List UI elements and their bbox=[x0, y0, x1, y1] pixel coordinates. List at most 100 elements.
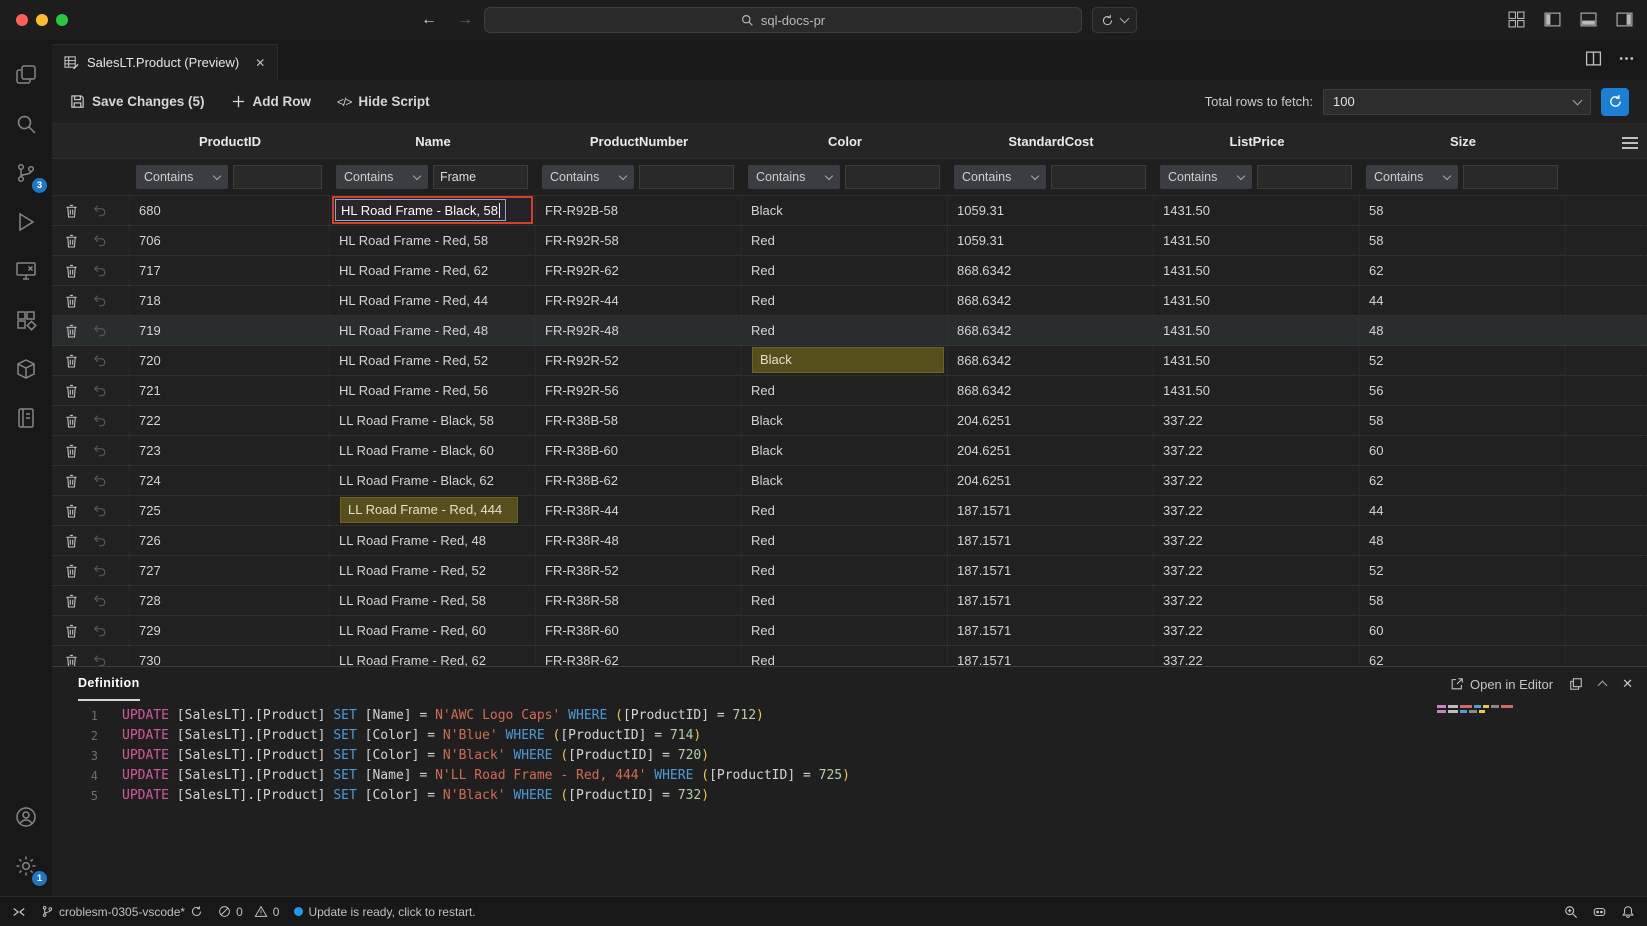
cell-product-id[interactable]: 726 bbox=[130, 526, 330, 555]
revert-row-icon[interactable] bbox=[93, 414, 107, 427]
delete-row-icon[interactable] bbox=[65, 474, 78, 488]
cell-size[interactable]: 58 bbox=[1360, 406, 1566, 435]
cell-color[interactable]: Red bbox=[742, 556, 948, 585]
cell-list-price[interactable]: 1431.50 bbox=[1154, 256, 1360, 285]
branch-status-item[interactable]: croblesm-0305-vscode* bbox=[41, 905, 203, 919]
cell-standard-cost[interactable]: 204.6251 bbox=[948, 436, 1154, 465]
table-row[interactable]: 719HL Road Frame - Red, 48FR-R92R-48Red8… bbox=[52, 316, 1647, 346]
delete-row-icon[interactable] bbox=[65, 444, 78, 458]
table-row[interactable]: 720HL Road Frame - Red, 52FR-R92R-52Blac… bbox=[52, 346, 1647, 376]
revert-row-icon[interactable] bbox=[93, 444, 107, 457]
cell-product-number[interactable]: FR-R38R-58 bbox=[536, 586, 742, 615]
filter-operator-product_id[interactable]: Contains bbox=[136, 165, 228, 189]
editor-actions-more-icon[interactable] bbox=[1618, 50, 1635, 67]
cell-product-number[interactable]: FR-R38B-62 bbox=[536, 466, 742, 495]
database-projects-icon[interactable] bbox=[2, 344, 50, 393]
run-debug-icon[interactable] bbox=[2, 197, 50, 246]
minimize-window-button[interactable] bbox=[36, 14, 48, 26]
filter-input-product_id[interactable] bbox=[233, 165, 322, 189]
cell-list-price[interactable]: 337.22 bbox=[1154, 496, 1360, 525]
cell-product-id[interactable]: 717 bbox=[130, 256, 330, 285]
cell-product-number[interactable]: FR-R38R-62 bbox=[536, 646, 742, 666]
cell-color[interactable]: Black bbox=[742, 406, 948, 435]
cell-color[interactable]: Red bbox=[742, 226, 948, 255]
delete-row-icon[interactable] bbox=[65, 414, 78, 428]
column-header-standard_cost[interactable]: StandardCost bbox=[948, 124, 1154, 158]
delete-row-icon[interactable] bbox=[65, 564, 78, 578]
cell-product-id[interactable]: 723 bbox=[130, 436, 330, 465]
cell-size[interactable]: 62 bbox=[1360, 466, 1566, 495]
cell-color[interactable]: Red bbox=[742, 286, 948, 315]
settings-gear-icon[interactable]: 1 bbox=[2, 841, 50, 890]
remote-explorer-icon[interactable] bbox=[2, 246, 50, 295]
source-control-icon[interactable]: 3 bbox=[2, 148, 50, 197]
copilot-icon[interactable] bbox=[1592, 905, 1607, 919]
cell-color[interactable]: Black bbox=[742, 196, 948, 225]
filter-operator-color[interactable]: Contains bbox=[748, 165, 840, 189]
revert-row-icon[interactable] bbox=[93, 654, 107, 666]
delete-row-icon[interactable] bbox=[65, 324, 78, 338]
cell-name[interactable]: LL Road Frame - Black, 58 bbox=[330, 406, 536, 435]
revert-row-icon[interactable] bbox=[93, 474, 107, 487]
remote-indicator-icon[interactable] bbox=[12, 905, 26, 919]
cell-product-number[interactable]: FR-R92R-52 bbox=[536, 346, 742, 375]
cell-standard-cost[interactable]: 1059.31 bbox=[948, 226, 1154, 255]
cell-list-price[interactable]: 1431.50 bbox=[1154, 196, 1360, 225]
cell-list-price[interactable]: 337.22 bbox=[1154, 466, 1360, 495]
cell-standard-cost[interactable]: 868.6342 bbox=[948, 316, 1154, 345]
cell-list-price[interactable]: 337.22 bbox=[1154, 646, 1360, 666]
table-row[interactable]: 680HL Road Frame - Black, 58FR-R92B-58Bl… bbox=[52, 196, 1647, 226]
cell-list-price[interactable]: 337.22 bbox=[1154, 406, 1360, 435]
cell-product-number[interactable]: FR-R92R-58 bbox=[536, 226, 742, 255]
table-row[interactable]: 726LL Road Frame - Red, 48FR-R38R-48Red1… bbox=[52, 526, 1647, 556]
cell-product-id[interactable]: 721 bbox=[130, 376, 330, 405]
table-row[interactable]: 727LL Road Frame - Red, 52FR-R38R-52Red1… bbox=[52, 556, 1647, 586]
filter-input-color[interactable] bbox=[845, 165, 940, 189]
filter-input-list_price[interactable] bbox=[1257, 165, 1352, 189]
tab-close-icon[interactable]: ✕ bbox=[255, 56, 265, 70]
delete-row-icon[interactable] bbox=[65, 594, 78, 608]
cell-product-number[interactable]: FR-R92R-48 bbox=[536, 316, 742, 345]
total-rows-combobox[interactable]: 100 bbox=[1323, 89, 1591, 115]
cell-color[interactable]: Red bbox=[742, 616, 948, 645]
column-header-color[interactable]: Color bbox=[742, 124, 948, 158]
cell-product-id[interactable]: 706 bbox=[130, 226, 330, 255]
split-editor-icon[interactable] bbox=[1585, 50, 1602, 67]
table-row[interactable]: 730LL Road Frame - Red, 62FR-R38R-62Red1… bbox=[52, 646, 1647, 666]
refresh-run-button[interactable] bbox=[1601, 88, 1629, 116]
cell-size[interactable]: 52 bbox=[1360, 556, 1566, 585]
notebook-icon[interactable] bbox=[2, 393, 50, 442]
column-header-product_number[interactable]: ProductNumber bbox=[536, 124, 742, 158]
cell-color[interactable]: Red bbox=[742, 526, 948, 555]
problems-status-item[interactable]: 0 0 bbox=[218, 905, 279, 919]
cell-size[interactable]: 44 bbox=[1360, 286, 1566, 315]
hide-script-button[interactable]: </> Hide Script bbox=[337, 94, 430, 109]
filter-operator-product_number[interactable]: Contains bbox=[542, 165, 634, 189]
cell-size[interactable]: 60 bbox=[1360, 436, 1566, 465]
cell-name[interactable]: LL Road Frame - Red, 62 bbox=[330, 646, 536, 666]
cell-name[interactable]: LL Road Frame - Red, 60 bbox=[330, 616, 536, 645]
cell-standard-cost[interactable]: 187.1571 bbox=[948, 526, 1154, 555]
table-row[interactable]: 717HL Road Frame - Red, 62FR-R92R-62Red8… bbox=[52, 256, 1647, 286]
cell-standard-cost[interactable]: 868.6342 bbox=[948, 376, 1154, 405]
cell-list-price[interactable]: 337.22 bbox=[1154, 586, 1360, 615]
cell-list-price[interactable]: 1431.50 bbox=[1154, 316, 1360, 345]
column-header-size[interactable]: Size bbox=[1360, 124, 1566, 158]
filter-input-standard_cost[interactable] bbox=[1051, 165, 1146, 189]
revert-row-icon[interactable] bbox=[93, 324, 107, 337]
table-row[interactable]: 725LL Road Frame - Red, 444FR-R38R-44Red… bbox=[52, 496, 1647, 526]
cell-product-id[interactable]: 722 bbox=[130, 406, 330, 435]
zoom-icon[interactable] bbox=[1564, 905, 1578, 919]
filter-input-name[interactable] bbox=[433, 165, 528, 189]
cell-color[interactable]: Black bbox=[742, 436, 948, 465]
cell-product-id[interactable]: 680 bbox=[130, 196, 330, 225]
cell-size[interactable]: 60 bbox=[1360, 616, 1566, 645]
back-button[interactable]: ← bbox=[416, 7, 442, 33]
cell-product-id[interactable]: 719 bbox=[130, 316, 330, 345]
cell-name[interactable]: HL Road Frame - Red, 48 bbox=[330, 316, 536, 345]
column-header-product_id[interactable]: ProductID bbox=[130, 124, 330, 158]
cell-color[interactable]: Red bbox=[742, 316, 948, 345]
sql-code[interactable]: 1UPDATE [SalesLT].[Product] SET [Name] =… bbox=[52, 701, 1647, 806]
table-row[interactable]: 729LL Road Frame - Red, 60FR-R38R-60Red1… bbox=[52, 616, 1647, 646]
cell-list-price[interactable]: 337.22 bbox=[1154, 436, 1360, 465]
